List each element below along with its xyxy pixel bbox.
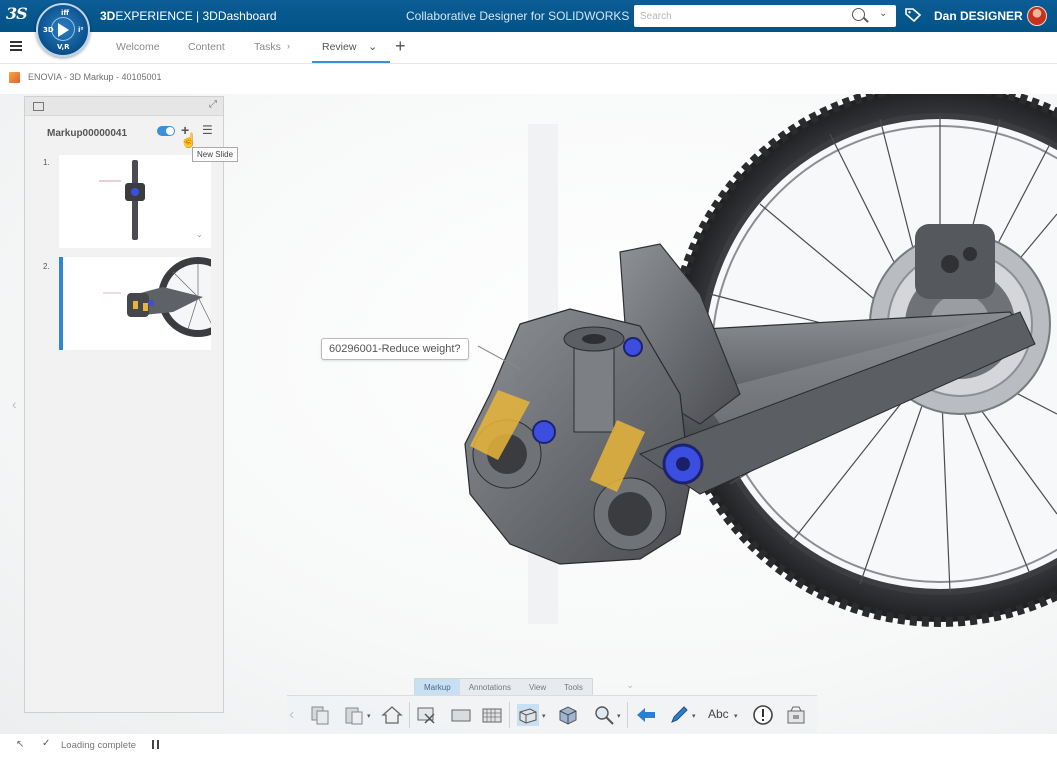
active-tab-indicator xyxy=(312,61,390,63)
tab-tasks[interactable]: Tasks xyxy=(254,41,281,53)
brand-rest-text: EXPERIENCE | 3DDashboard xyxy=(115,9,277,23)
copy-icon[interactable] xyxy=(309,704,331,726)
rectangle-tool-icon[interactable] xyxy=(450,704,472,726)
toolbar-collapse-icon[interactable]: ⌄ xyxy=(626,680,634,691)
list-menu-icon[interactable]: ☰ xyxy=(202,123,213,137)
compass-icon[interactable]: iff 3D i² V,R xyxy=(36,3,90,57)
compass-version: V,R xyxy=(57,43,70,51)
panel-view-icon[interactable] xyxy=(33,102,44,111)
dassault-logo-icon[interactable]: 3S xyxy=(6,4,28,23)
text-dropdown-icon[interactable]: ▾ xyxy=(734,712,738,720)
tab-welcome[interactable]: Welcome xyxy=(116,41,160,53)
platform-title: 3DEXPERIENCE | 3DDashboard xyxy=(100,9,277,23)
home-icon[interactable] xyxy=(381,704,403,726)
pen-dropdown-icon[interactable]: ▾ xyxy=(692,712,696,720)
app-window: 3S 3DEXPERIENCE | 3DDashboard Collaborat… xyxy=(0,0,1057,757)
chevron-down-icon[interactable]: ⌄ xyxy=(879,8,887,19)
top-bar: 3S 3DEXPERIENCE | 3DDashboard Collaborat… xyxy=(0,0,1057,32)
search-icon[interactable] xyxy=(852,8,865,21)
status-text: Loading complete xyxy=(61,740,136,751)
slide-number: 2. xyxy=(43,262,50,271)
markup-name: Markup00000041 xyxy=(47,128,128,139)
markup-annotation[interactable]: 60296001-Reduce weight? xyxy=(321,338,469,360)
paste-icon[interactable] xyxy=(343,704,365,726)
add-tab-icon[interactable]: + xyxy=(395,36,406,57)
search-box[interactable]: ⌄ xyxy=(634,5,896,27)
tab-bar: Welcome Content Tasks › Review ⌄ + xyxy=(0,32,1057,64)
zoom-dropdown-icon[interactable]: ▾ xyxy=(617,712,621,720)
breadcrumb: ENOVIA - 3D Markup - 40105001 xyxy=(28,72,162,82)
tag-icon[interactable] xyxy=(905,8,921,22)
pen-tool-icon[interactable] xyxy=(668,704,690,726)
slide-thumbnail-1[interactable]: ⌄ xyxy=(59,155,211,248)
compass-west: 3D xyxy=(43,26,54,34)
search-input[interactable] xyxy=(640,8,840,24)
toolbar-tab-markup[interactable]: Markup xyxy=(415,679,460,695)
tab-chevron-down-icon[interactable]: ⌄ xyxy=(368,40,377,53)
toolbar-scroll-left-icon[interactable]: ‹ xyxy=(289,706,294,724)
check-icon: ✓ xyxy=(42,738,51,749)
toolbar-tab-tools[interactable]: Tools xyxy=(555,679,592,695)
play-icon[interactable] xyxy=(58,23,69,37)
grid-tool-icon[interactable] xyxy=(481,704,503,726)
new-slide-tooltip: New Slide xyxy=(192,147,239,162)
avatar[interactable] xyxy=(1027,6,1047,26)
compass-north: iff xyxy=(61,9,70,17)
3d-view-icon[interactable] xyxy=(557,704,579,726)
3d-box-view-icon[interactable] xyxy=(517,704,539,726)
slide-thumbnail-2[interactable] xyxy=(59,257,211,350)
enovia-app-icon xyxy=(9,72,20,83)
pause-icon[interactable] xyxy=(152,740,159,749)
tab-overflow-icon: › xyxy=(287,41,290,51)
toolbar-tab-annotations[interactable]: Annotations xyxy=(460,679,520,695)
menu-icon[interactable] xyxy=(10,41,22,51)
slide-2-preview xyxy=(103,257,211,337)
expand-icon[interactable]: ⤢ xyxy=(209,99,217,110)
toolbar-separator xyxy=(409,702,410,728)
text-tool-icon[interactable]: Abc xyxy=(708,707,729,721)
alert-icon[interactable] xyxy=(752,704,774,726)
zoom-icon[interactable] xyxy=(593,704,615,726)
toolbar-separator xyxy=(627,702,628,728)
paste-dropdown-icon[interactable]: ▾ xyxy=(367,712,371,720)
tab-review[interactable]: Review xyxy=(322,41,356,53)
toolbar-tab-view[interactable]: View xyxy=(520,679,555,695)
view-dropdown-icon[interactable]: ▾ xyxy=(542,712,546,720)
arrow-tool-icon[interactable] xyxy=(635,704,657,726)
save-markup-icon[interactable] xyxy=(785,704,807,726)
slide-chevron-down-icon[interactable]: ⌄ xyxy=(196,230,203,239)
tab-content[interactable]: Content xyxy=(188,41,225,53)
slide-1-preview xyxy=(99,160,145,240)
chevron-left-icon[interactable]: ‹ xyxy=(12,396,17,412)
select-markup-icon[interactable] xyxy=(415,704,437,726)
status-bar: ↖ ✓ Loading complete xyxy=(0,734,1057,757)
markup-toolbar: ‹ ▾ ▾ ▾ ▾ Abc ▾ xyxy=(287,695,817,733)
panel-header: ⤢ xyxy=(25,97,223,116)
user-name[interactable]: Dan DESIGNER xyxy=(934,9,1023,23)
toolbar-tabs: Markup Annotations View Tools xyxy=(414,678,593,695)
compass-east: i² xyxy=(78,26,84,34)
toolbar-separator xyxy=(509,702,510,728)
pointer-icon[interactable]: ↖ xyxy=(16,739,24,750)
slides-panel: ⤢ Markup00000041 + ☰ ☝ New Slide 1. ⌄ 2. xyxy=(24,96,239,713)
brand-bold-text: 3D xyxy=(100,9,116,23)
visibility-toggle[interactable] xyxy=(157,126,175,136)
slide-number: 1. xyxy=(43,158,50,167)
blue-bolt xyxy=(532,420,556,444)
app-name: Collaborative Designer for SOLIDWORKS xyxy=(406,9,630,23)
